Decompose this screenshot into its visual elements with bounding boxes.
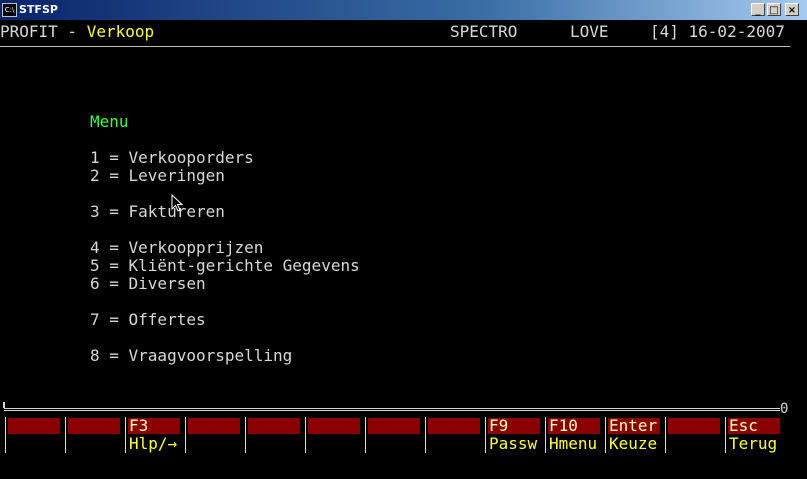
fkey-separator — [305, 417, 306, 453]
menu-item-leveringen[interactable]: 2 = Leveringen — [90, 167, 225, 185]
menu-item-verkooporders[interactable]: 1 = Verkooporders — [90, 149, 254, 167]
maximize-button[interactable]: □ — [767, 3, 781, 16]
window-titlebar[interactable]: C:\ STFSP _ □ × — [0, 0, 807, 20]
fkey-label: Terug — [729, 434, 778, 453]
fkey-bar — [248, 418, 300, 434]
fkey-bar — [428, 418, 480, 434]
fkey-key: F10 — [549, 416, 578, 435]
fkey-slot-2[interactable] — [60, 415, 120, 455]
menu-item-faktureren[interactable]: 3 = Faktureren — [90, 203, 225, 221]
header-user: LOVE — [570, 22, 609, 41]
close-button[interactable]: × — [785, 3, 799, 16]
fkey-slot-4[interactable] — [180, 415, 240, 455]
fkey-separator — [725, 417, 726, 453]
fkey-separator — [245, 417, 246, 453]
fkey-slot-1[interactable] — [0, 415, 60, 455]
header-app-line: PROFIT - Verkoop — [0, 23, 154, 41]
fkey-bar — [8, 418, 60, 434]
fkey-label: Hlp/→ — [129, 434, 178, 453]
fkey-separator — [665, 417, 666, 453]
fkey-slot-8[interactable] — [420, 415, 480, 455]
fkey-key: Esc — [729, 416, 758, 435]
fkey-label: Passw — [489, 434, 538, 453]
fkey-separator — [5, 417, 6, 453]
fkey-separator — [125, 417, 126, 453]
fkey-slot-5[interactable] — [240, 415, 300, 455]
fkey-slot-12[interactable] — [660, 415, 720, 455]
menu-item-client-data[interactable]: 5 = Kliënt-gerichte Gegevens — [90, 257, 360, 275]
fkey-bar — [368, 418, 420, 434]
fkey-separator — [185, 417, 186, 453]
fkey-bar — [668, 418, 720, 434]
window-title: STFSP — [19, 3, 58, 16]
menu-item-offertes[interactable]: 7 = Offertes — [90, 311, 206, 329]
minimize-button[interactable]: _ — [751, 3, 765, 16]
scroll-rule[interactable] — [4, 408, 780, 411]
fkey-bar — [308, 418, 360, 434]
menu-item-verkoopprijzen[interactable]: 4 = Verkoopprijzen — [90, 239, 263, 257]
fkey-label: Keuze — [609, 434, 658, 453]
console-screen[interactable]: PROFIT - Verkoop SPECTRO LOVE [4] 16-02-… — [0, 20, 807, 479]
fkey-separator — [545, 417, 546, 453]
console-app-icon[interactable]: C:\ — [2, 3, 17, 17]
fkey-bar — [188, 418, 240, 434]
fkey-key: Enter — [609, 416, 658, 435]
module-name: Verkoop — [86, 22, 155, 41]
mouse-cursor-icon — [171, 194, 183, 212]
fkey-slot-7[interactable] — [360, 415, 420, 455]
fkey-key: F9 — [489, 416, 509, 435]
fkey-separator — [365, 417, 366, 453]
fkey-separator — [65, 417, 66, 453]
menu-item-diversen[interactable]: 6 = Diversen — [90, 275, 206, 293]
fkey-f3-help[interactable]: F3 Hlp/→ — [120, 415, 180, 455]
fkey-esc-back[interactable]: Esc Terug — [720, 415, 780, 455]
header-session-date: [4] 16-02-2007 — [650, 22, 785, 41]
fkey-separator — [485, 417, 486, 453]
fkey-key: F3 — [129, 416, 149, 435]
header-divider — [0, 46, 790, 47]
fkey-slot-6[interactable] — [300, 415, 360, 455]
fkey-f9-password[interactable]: F9 Passw — [480, 415, 540, 455]
menu-item-vraagvoorspelling[interactable]: 8 = Vraagvoorspelling — [90, 347, 292, 365]
fkey-bar — [68, 418, 120, 434]
fkey-label: Hmenu — [549, 434, 598, 453]
function-key-bar: F3 Hlp/→ F9 Passw F10 Hmenu Enter Keuze Esc T… — [0, 415, 790, 455]
app-name: PROFIT - — [0, 22, 87, 41]
header-company: SPECTRO — [450, 22, 518, 41]
fkey-f10-main-menu[interactable]: F10 Hmenu — [540, 415, 600, 455]
fkey-separator — [425, 417, 426, 453]
fkey-separator — [605, 417, 606, 453]
fkey-enter-choice[interactable]: Enter Keuze — [600, 415, 660, 455]
menu-title: Menu — [90, 112, 129, 131]
